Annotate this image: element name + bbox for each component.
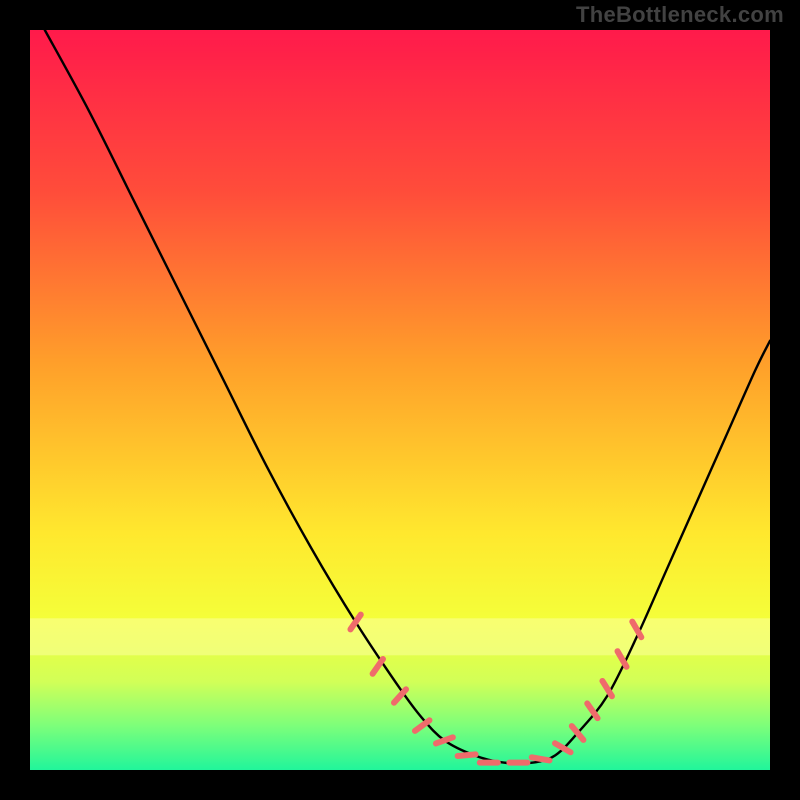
highlight-dash (532, 757, 550, 760)
watermark-text: TheBottleneck.com (576, 2, 784, 28)
chart-svg (0, 0, 800, 800)
chart-frame: TheBottleneck.com (0, 0, 800, 800)
plot-background (30, 30, 770, 770)
pale-band (30, 618, 770, 655)
highlight-dash (458, 754, 476, 756)
